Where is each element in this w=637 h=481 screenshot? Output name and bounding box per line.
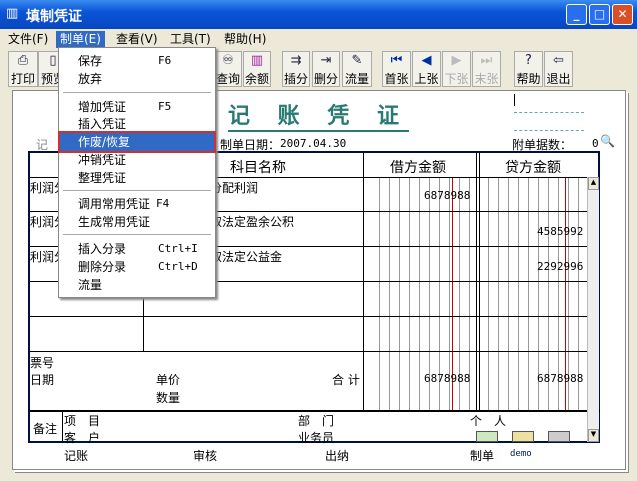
row1-debit[interactable]: 6878988 xyxy=(424,189,470,202)
audit-label: 审核 xyxy=(193,449,218,463)
menu-edit[interactable]: 制单(E) xyxy=(56,31,105,48)
first-icon: ⏮ xyxy=(390,53,403,68)
app-icon: ▥ xyxy=(6,6,19,21)
maker-name: demo xyxy=(510,449,532,459)
header-subject: 科目名称 xyxy=(230,160,286,176)
exit-button[interactable]: ⇦ 退出 xyxy=(544,51,573,87)
last-button[interactable]: ⏭ 末张 xyxy=(472,51,501,87)
header-debit: 借方金额 xyxy=(390,160,446,176)
date-field[interactable]: 2007.04.30 xyxy=(280,137,346,150)
menu-item-call-common[interactable]: 调用常用凭证 F4 xyxy=(60,195,214,213)
customer-label: 客 户 xyxy=(64,431,101,445)
cashier-label: 出纳 xyxy=(325,449,350,463)
text-cursor xyxy=(514,94,515,106)
menu-file[interactable]: 文件(F) xyxy=(4,31,52,48)
window-title: 填制凭证 xyxy=(26,9,82,25)
menu-tools[interactable]: 工具(T) xyxy=(166,31,215,48)
total-label: 合 计 xyxy=(332,373,360,387)
menu-bar: 文件(F) 制单(E) 查看(V) 工具(T) 帮助(H) xyxy=(0,29,637,49)
menu-help[interactable]: 帮助(H) xyxy=(220,31,270,48)
menu-item-create-common[interactable]: 生成常用凭证 xyxy=(60,213,214,231)
menu-item-organize-voucher[interactable]: 整理凭证 xyxy=(60,169,214,187)
dashed-line xyxy=(514,130,584,131)
close-button[interactable]: ✕ xyxy=(612,4,633,25)
edit-menu-dropdown: 保存 F6 放弃 增加凭证 F5 插入凭证 作废/恢复 冲销凭证 整理凭证 调用常用… xyxy=(58,47,216,298)
menu-item-reverse-voucher[interactable]: 冲销凭证 xyxy=(60,151,214,169)
person-label: 个 人 xyxy=(470,414,507,428)
notes-label: 备注 xyxy=(33,422,58,436)
posting-label: 记账 xyxy=(64,449,89,463)
date-label-footer: 日期 xyxy=(30,373,55,387)
balance-button[interactable]: ▥ 余额 xyxy=(243,51,271,87)
vertical-scrollbar[interactable]: ▲ ▼ xyxy=(587,177,599,442)
first-button[interactable]: ⏮ 首张 xyxy=(382,51,411,87)
exit-icon: ⇦ xyxy=(553,53,564,68)
menu-item-add-voucher[interactable]: 增加凭证 F5 xyxy=(60,98,214,116)
dashed-line xyxy=(514,112,584,113)
next-icon: ▶ xyxy=(451,53,462,68)
flow-button[interactable]: ✎ 流量 xyxy=(342,51,372,87)
flow-icon: ✎ xyxy=(351,53,363,68)
search-icon[interactable]: 🔍 xyxy=(600,134,615,148)
menu-item-flow[interactable]: 流量 xyxy=(60,276,214,294)
insert-entry-button[interactable]: ⇉ 插分 xyxy=(282,51,310,87)
printer-icon: ⎙ xyxy=(17,53,29,68)
header-credit: 贷方金额 xyxy=(505,160,561,176)
price-label: 单价 xyxy=(156,373,181,387)
row3-subject[interactable]: 取法定公益金 xyxy=(210,248,282,265)
row2-subject[interactable]: 取法定盈余公积 xyxy=(210,213,294,230)
delete-entry-icon: ⇥ xyxy=(320,53,332,68)
total-debit: 6878988 xyxy=(424,372,471,385)
binoculars-icon: ♾ xyxy=(222,53,234,68)
help-icon: ? xyxy=(525,53,532,68)
row3-credit[interactable]: 2292996 xyxy=(537,260,583,273)
voucher-title: 记 账 凭 证 xyxy=(228,98,409,132)
row1-subject[interactable]: 分配利润 xyxy=(210,179,258,196)
card-icon[interactable] xyxy=(512,431,534,442)
menu-item-delete-entry[interactable]: 删除分录 Ctrl+D xyxy=(60,258,214,276)
tool-icon[interactable] xyxy=(548,431,570,442)
title-bar: ▥ 填制凭证 _ □ ✕ xyxy=(0,0,637,29)
ticket-label: 票号 xyxy=(30,356,55,370)
menu-item-insert-entry[interactable]: 插入分录 Ctrl+I xyxy=(60,240,214,258)
attach-count[interactable]: 0 xyxy=(592,137,599,150)
ledger-icon[interactable] xyxy=(476,431,498,442)
menu-item-insert-voucher[interactable]: 插入凭证 xyxy=(60,115,214,133)
salesman-label: 业务员 xyxy=(298,431,335,445)
last-icon: ⏭ xyxy=(480,53,493,68)
menu-item-void-restore[interactable]: 作废/恢复 xyxy=(58,131,216,153)
menu-view[interactable]: 查看(V) xyxy=(112,31,162,48)
insert-entry-icon: ⇉ xyxy=(290,53,302,68)
total-credit: 6878988 xyxy=(537,372,584,385)
query-button[interactable]: ♾ 查询 xyxy=(214,51,242,87)
prev-icon: ◀ xyxy=(421,53,432,68)
scroll-down-arrow[interactable]: ▼ xyxy=(588,429,599,442)
project-label: 项 目 xyxy=(64,414,101,428)
row2-credit[interactable]: 4585992 xyxy=(537,225,583,238)
delete-entry-button[interactable]: ⇥ 删分 xyxy=(312,51,340,87)
prev-button[interactable]: ◀ 上张 xyxy=(412,51,441,87)
dept-label: 部 门 xyxy=(298,414,335,428)
next-button[interactable]: ▶ 下张 xyxy=(442,51,471,87)
menu-item-save[interactable]: 保存 F6 xyxy=(60,52,214,70)
maximize-button[interactable]: □ xyxy=(589,4,610,25)
qty-label: 数量 xyxy=(156,391,181,405)
maker-label: 制单 xyxy=(470,449,495,463)
help-button[interactable]: ? 帮助 xyxy=(514,51,543,87)
minimize-button[interactable]: _ xyxy=(566,4,587,25)
scroll-up-arrow[interactable]: ▲ xyxy=(588,177,599,190)
menu-item-discard[interactable]: 放弃 xyxy=(60,70,214,88)
bar-chart-icon: ▥ xyxy=(250,53,264,68)
print-button[interactable]: ⎙ 打印 xyxy=(8,51,38,87)
